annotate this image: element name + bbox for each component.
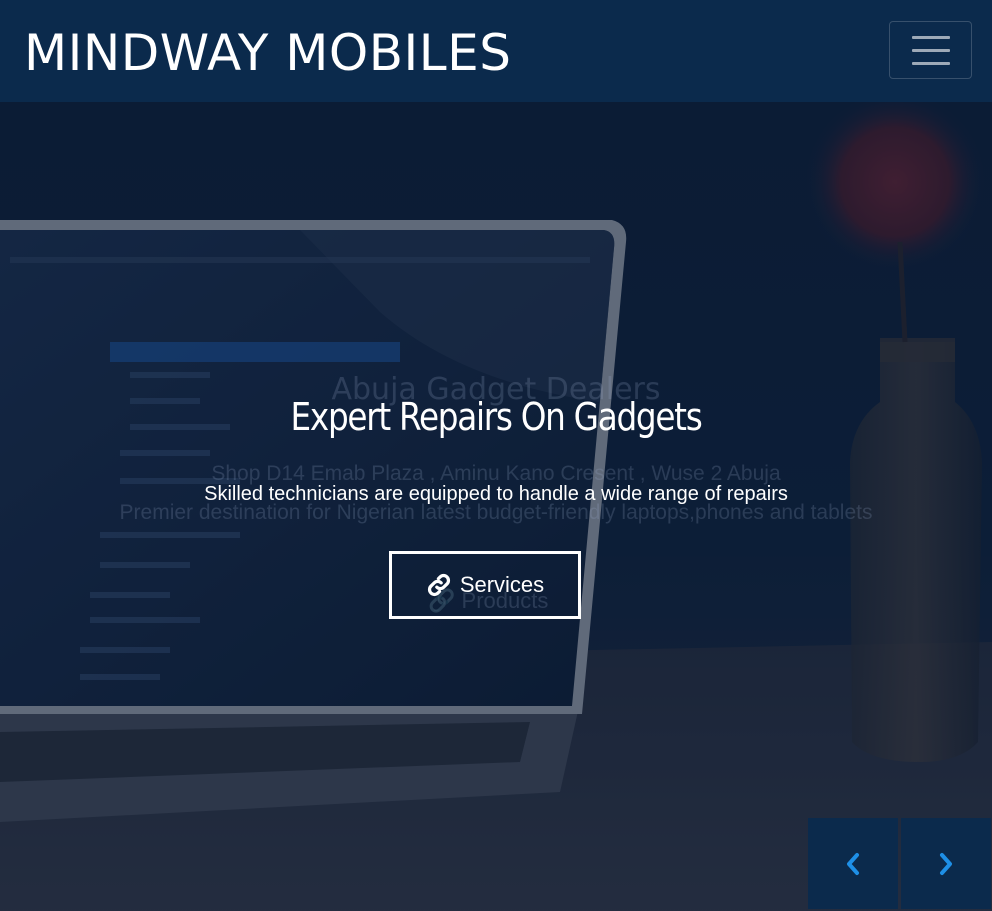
chevron-right-icon	[940, 852, 952, 875]
slide-title: Expert Repairs On Gadgets	[290, 395, 703, 439]
carousel-caption: Expert Repairs On Gadgets Skilled techni…	[0, 102, 992, 911]
brand-logo-text[interactable]: MINDWAY MOBILES	[24, 22, 511, 84]
services-button-label: Services	[459, 572, 545, 597]
hero-carousel: Abuja Gadget Dealers Shop D14 Emab Plaza…	[0, 102, 992, 911]
hamburger-menu-icon	[911, 35, 950, 39]
chevron-left-icon	[847, 852, 859, 875]
navbar: MINDWAY MOBILES	[0, 0, 992, 102]
hamburger-menu-icon-bar	[911, 61, 950, 65]
link-icon	[427, 573, 450, 597]
carousel-prev-button[interactable]	[808, 818, 898, 909]
navbar-toggle-button[interactable]	[889, 21, 972, 79]
carousel-next-button[interactable]	[901, 818, 991, 909]
slide-subtitle: Skilled technicians are equipped to hand…	[204, 483, 788, 505]
hamburger-menu-icon-bar	[911, 48, 950, 52]
services-button[interactable]: Services	[389, 551, 581, 619]
